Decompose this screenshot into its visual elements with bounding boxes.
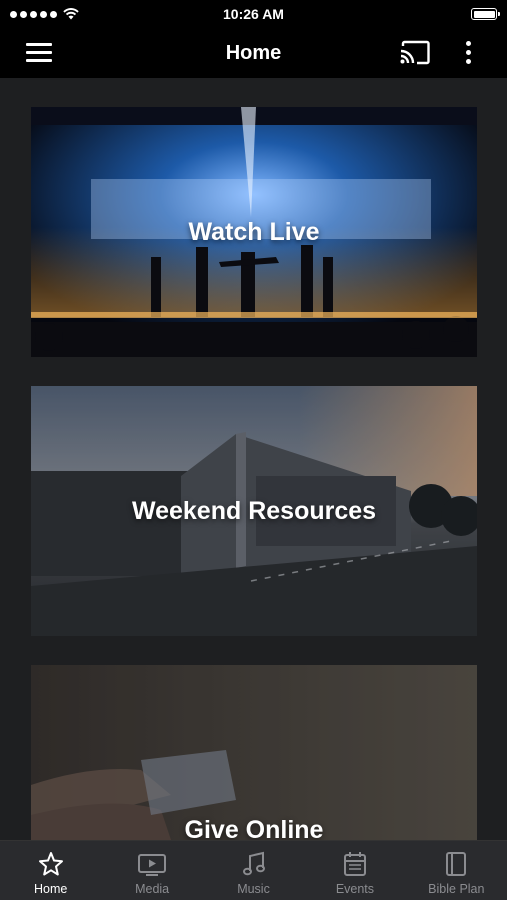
card-label: Give Online <box>184 815 324 841</box>
page-title: Home <box>225 41 282 64</box>
card-weekend-resources[interactable]: Weekend Resources <box>31 386 477 636</box>
tab-events[interactable]: Events <box>304 841 405 900</box>
tab-media[interactable]: Media <box>101 841 202 900</box>
cast-icon[interactable] <box>398 39 432 67</box>
tab-music[interactable]: Music <box>203 841 304 900</box>
more-vertical-icon[interactable] <box>456 39 480 67</box>
card-label: Weekend Resources <box>131 496 377 525</box>
music-note-icon <box>242 851 265 876</box>
tab-label: Music <box>237 882 270 896</box>
wifi-icon <box>63 8 79 20</box>
top-nav-bar: Home <box>0 28 507 78</box>
tab-home[interactable]: Home <box>0 841 101 900</box>
tab-label: Home <box>34 882 68 896</box>
tab-label: Events <box>335 882 375 896</box>
bottom-tab-bar: Home Media Music Events Bible Plan <box>0 840 507 900</box>
tab-label: Bible Plan <box>428 882 485 896</box>
battery-icon <box>471 8 500 20</box>
status-bar: 10:26 AM <box>0 0 507 28</box>
hand-holding-card-photo <box>31 665 477 840</box>
card-watch-live[interactable]: Watch Live <box>31 107 477 357</box>
star-icon <box>38 852 63 876</box>
tab-label: Media <box>135 882 170 896</box>
calendar-icon <box>343 852 366 876</box>
status-left <box>10 8 79 20</box>
tv-play-icon <box>138 854 167 876</box>
battery-fill <box>473 10 495 18</box>
card-label: Watch Live <box>188 217 320 246</box>
card-give-online[interactable]: Give Online <box>31 665 477 840</box>
tab-bible-plan[interactable]: Bible Plan <box>406 841 507 900</box>
home-feed: Watch Live Weekend Resources Give Online <box>0 78 507 840</box>
book-icon <box>446 852 467 876</box>
signal-dots-icon <box>10 10 57 18</box>
hamburger-icon[interactable] <box>24 42 54 64</box>
